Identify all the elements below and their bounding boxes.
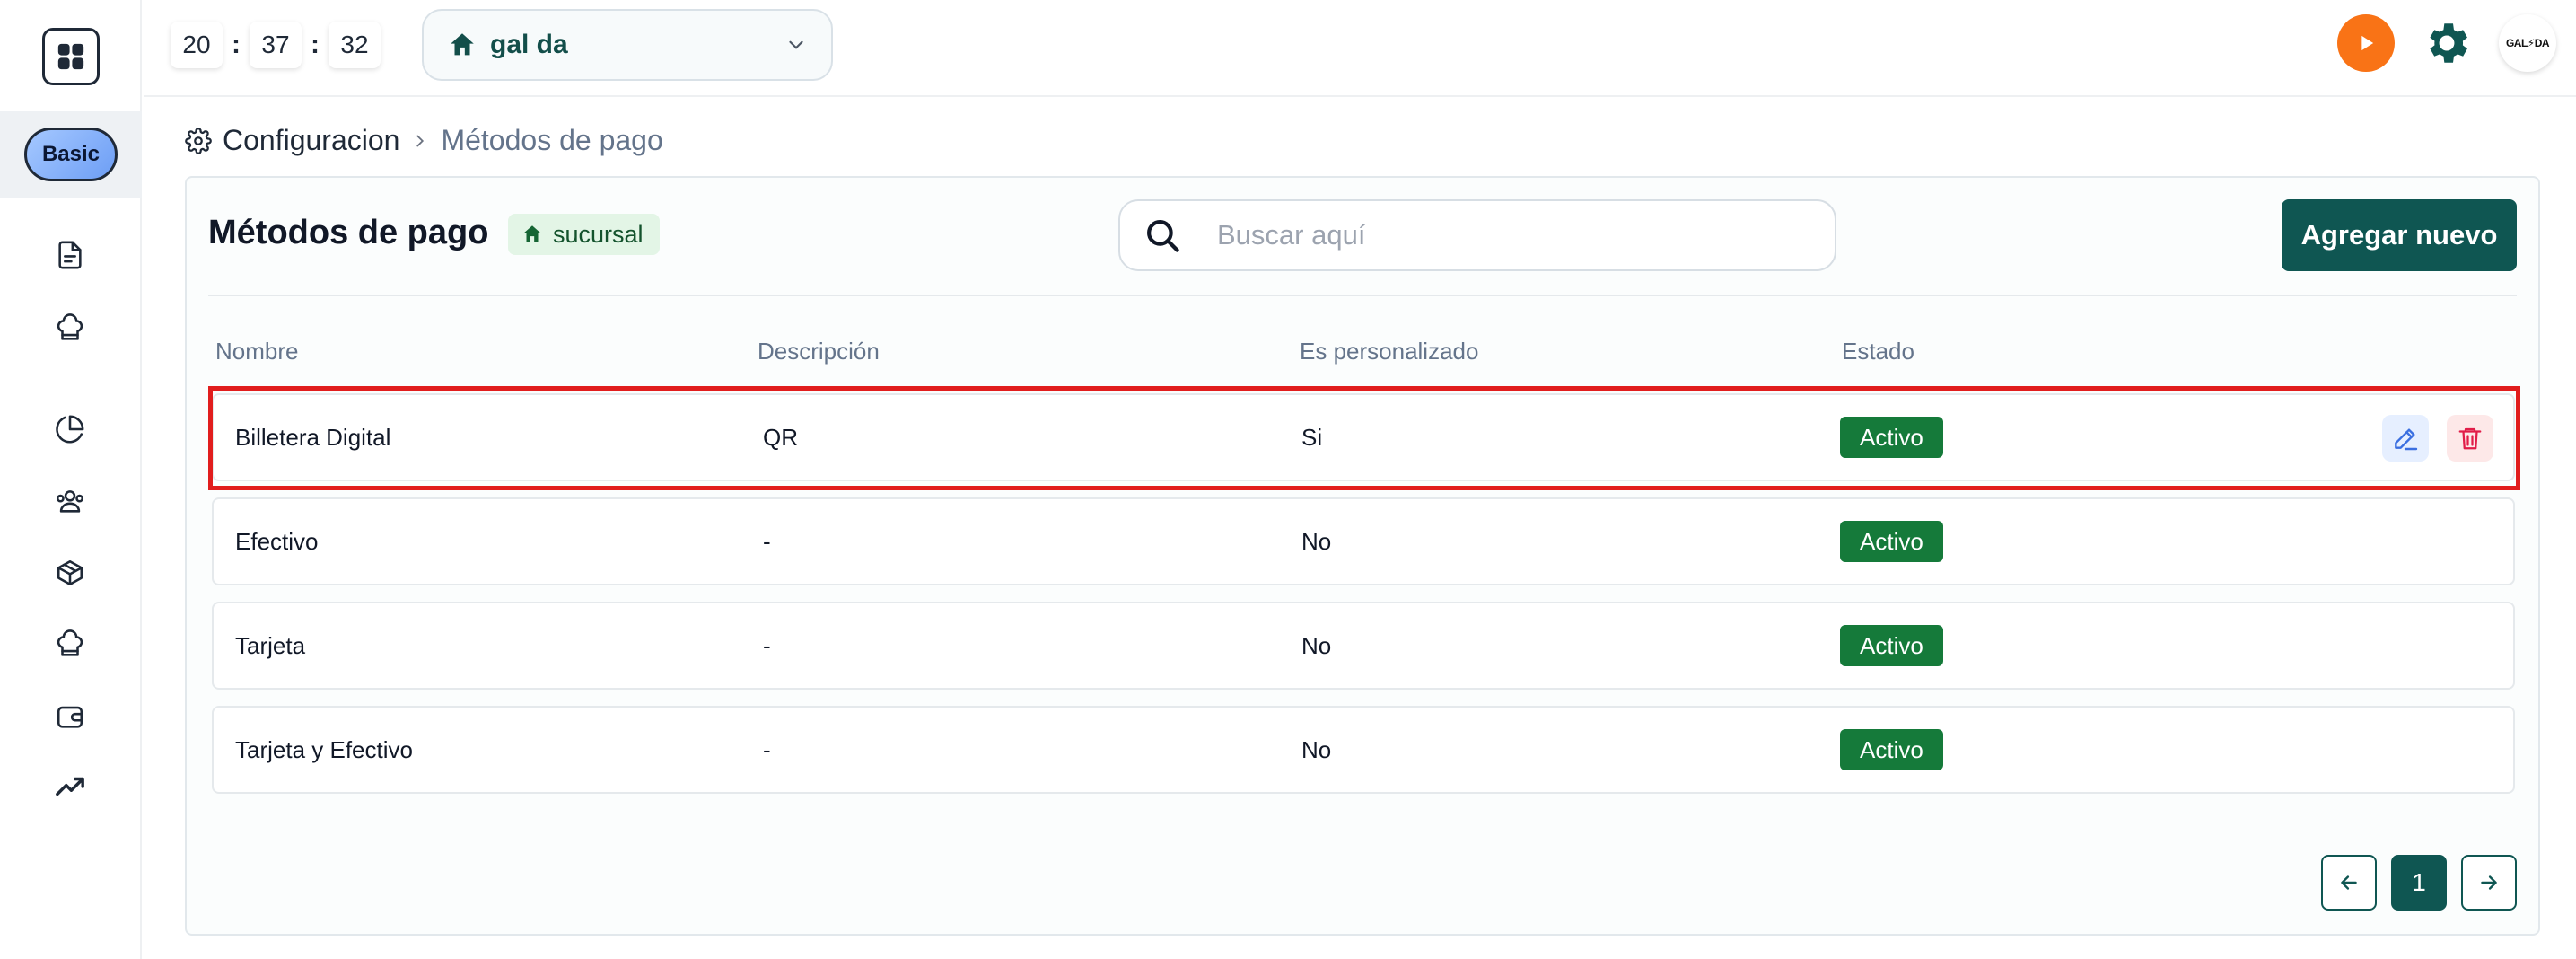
- payment-methods-panel: Métodos de pago sucursal Buscar aquí Agr…: [185, 176, 2540, 936]
- clock-hours: 20: [171, 22, 223, 68]
- gear-icon: [2430, 23, 2467, 63]
- cell-personalizado: No: [1301, 735, 1332, 763]
- table-row[interactable]: Tarjeta - No Activo: [212, 602, 2515, 690]
- cell-estado: Activo: [1840, 395, 1943, 480]
- table-row[interactable]: Billetera Digital QR Si Activo: [212, 393, 2515, 481]
- home-icon: [523, 225, 541, 242]
- cell-nombre: Tarjeta: [235, 631, 306, 659]
- cell-descripcion: -: [763, 631, 771, 659]
- wallet-icon: [57, 706, 83, 728]
- edit-button[interactable]: [2382, 415, 2429, 462]
- sidebar-item-chef[interactable]: [45, 620, 95, 670]
- delete-button[interactable]: [2447, 415, 2493, 462]
- cell-estado: Activo: [1840, 603, 1943, 688]
- add-new-button[interactable]: Agregar nuevo: [2282, 199, 2517, 271]
- cell-descripcion: -: [763, 527, 771, 555]
- sidebar-item-users[interactable]: [45, 476, 95, 526]
- scope-tag-label: sucursal: [553, 220, 644, 248]
- clock: 20 : 37 : 32: [171, 22, 381, 68]
- trending-up-icon: [56, 777, 84, 796]
- clock-minutes: 37: [250, 22, 302, 68]
- status-badge: Activo: [1840, 729, 1943, 770]
- page-title: Métodos de pago: [208, 214, 489, 251]
- row-actions: [2382, 415, 2493, 462]
- column-header[interactable]: Estado: [1842, 338, 1914, 365]
- chevron-down-icon: [789, 40, 803, 49]
- sidebar-item-products[interactable]: [45, 548, 95, 598]
- brand-logo[interactable]: GAL⚡DA: [2499, 14, 2556, 72]
- prev-page-button[interactable]: [2321, 855, 2377, 911]
- trash-icon: [2458, 427, 2482, 450]
- play-button[interactable]: [2337, 14, 2395, 72]
- status-badge: Activo: [1840, 625, 1943, 666]
- chef-hat-icon: [57, 629, 83, 656]
- document-icon: [58, 241, 82, 269]
- top-header: 20 : 37 : 32 gal da GAL⚡DA: [144, 0, 2576, 97]
- header-actions: GAL⚡DA: [2337, 14, 2556, 72]
- home-icon: [451, 33, 474, 56]
- grid-icon: [57, 43, 84, 70]
- pencil-icon: [2395, 428, 2418, 451]
- sidebar-item-documents[interactable]: [45, 230, 95, 280]
- store-select-value: gal da: [490, 30, 568, 59]
- column-header[interactable]: Es personalizado: [1300, 338, 1478, 365]
- plan-badge[interactable]: Basic: [24, 128, 118, 181]
- scope-tag: sucursal: [508, 214, 660, 255]
- users-icon: [56, 490, 84, 513]
- sidebar-item-kitchen[interactable]: [45, 304, 95, 354]
- store-select[interactable]: gal da: [422, 9, 833, 81]
- sidebar-item-wallet[interactable]: [45, 691, 95, 742]
- cell-personalizado: No: [1301, 527, 1332, 555]
- cell-estado: Activo: [1840, 708, 1943, 792]
- sidebar-item-trends[interactable]: [45, 761, 95, 812]
- clock-separator: :: [311, 30, 320, 59]
- next-page-button[interactable]: [2461, 855, 2517, 911]
- table-row[interactable]: Tarjeta y Efectivo - No Activo: [212, 706, 2515, 794]
- cell-nombre: Efectivo: [235, 527, 319, 555]
- column-header[interactable]: Nombre: [215, 338, 298, 365]
- table-header: Nombre Descripción Es personalizado Esta…: [215, 338, 2517, 374]
- status-badge: Activo: [1840, 521, 1943, 562]
- search-icon: [1147, 220, 1179, 252]
- apps-menu-button[interactable]: [42, 28, 100, 85]
- column-header[interactable]: Descripción: [758, 338, 880, 365]
- chef-hat-icon: [57, 313, 83, 340]
- arrow-right-icon: [2481, 875, 2497, 890]
- breadcrumb: Configuracion Métodos de pago: [185, 124, 663, 157]
- cell-nombre: Tarjeta y Efectivo: [235, 735, 413, 763]
- divider: [208, 295, 2517, 296]
- clock-seconds: 32: [329, 22, 381, 68]
- sidebar-item-reports[interactable]: [45, 404, 95, 454]
- box-icon: [57, 559, 83, 586]
- chevron-right-icon: [416, 135, 425, 146]
- table-row[interactable]: Efectivo - No Activo: [212, 497, 2515, 585]
- status-badge: Activo: [1840, 417, 1943, 458]
- search-input[interactable]: Buscar aquí: [1118, 199, 1836, 271]
- clock-separator: :: [232, 30, 241, 59]
- breadcrumb-root[interactable]: Configuracion: [223, 124, 399, 157]
- search-placeholder: Buscar aquí: [1217, 219, 1366, 251]
- play-icon: [2361, 35, 2374, 51]
- cell-nombre: Billetera Digital: [235, 423, 391, 451]
- settings-button[interactable]: [2420, 16, 2474, 70]
- sidebar: Basic: [0, 0, 142, 959]
- cell-personalizado: Si: [1301, 423, 1323, 451]
- pie-chart-icon: [56, 415, 84, 444]
- cell-personalizado: No: [1301, 631, 1332, 659]
- arrow-left-icon: [2341, 875, 2357, 890]
- cell-descripcion: -: [763, 735, 771, 763]
- page-button-current[interactable]: 1: [2391, 855, 2447, 911]
- cell-descripcion: QR: [763, 423, 798, 451]
- breadcrumb-current: Métodos de pago: [441, 124, 663, 156]
- gear-outline-icon: [185, 127, 212, 154]
- pagination: 1: [2321, 855, 2517, 911]
- sidebar-top: [0, 0, 142, 113]
- cell-estado: Activo: [1840, 499, 1943, 584]
- plan-section: Basic: [0, 111, 142, 198]
